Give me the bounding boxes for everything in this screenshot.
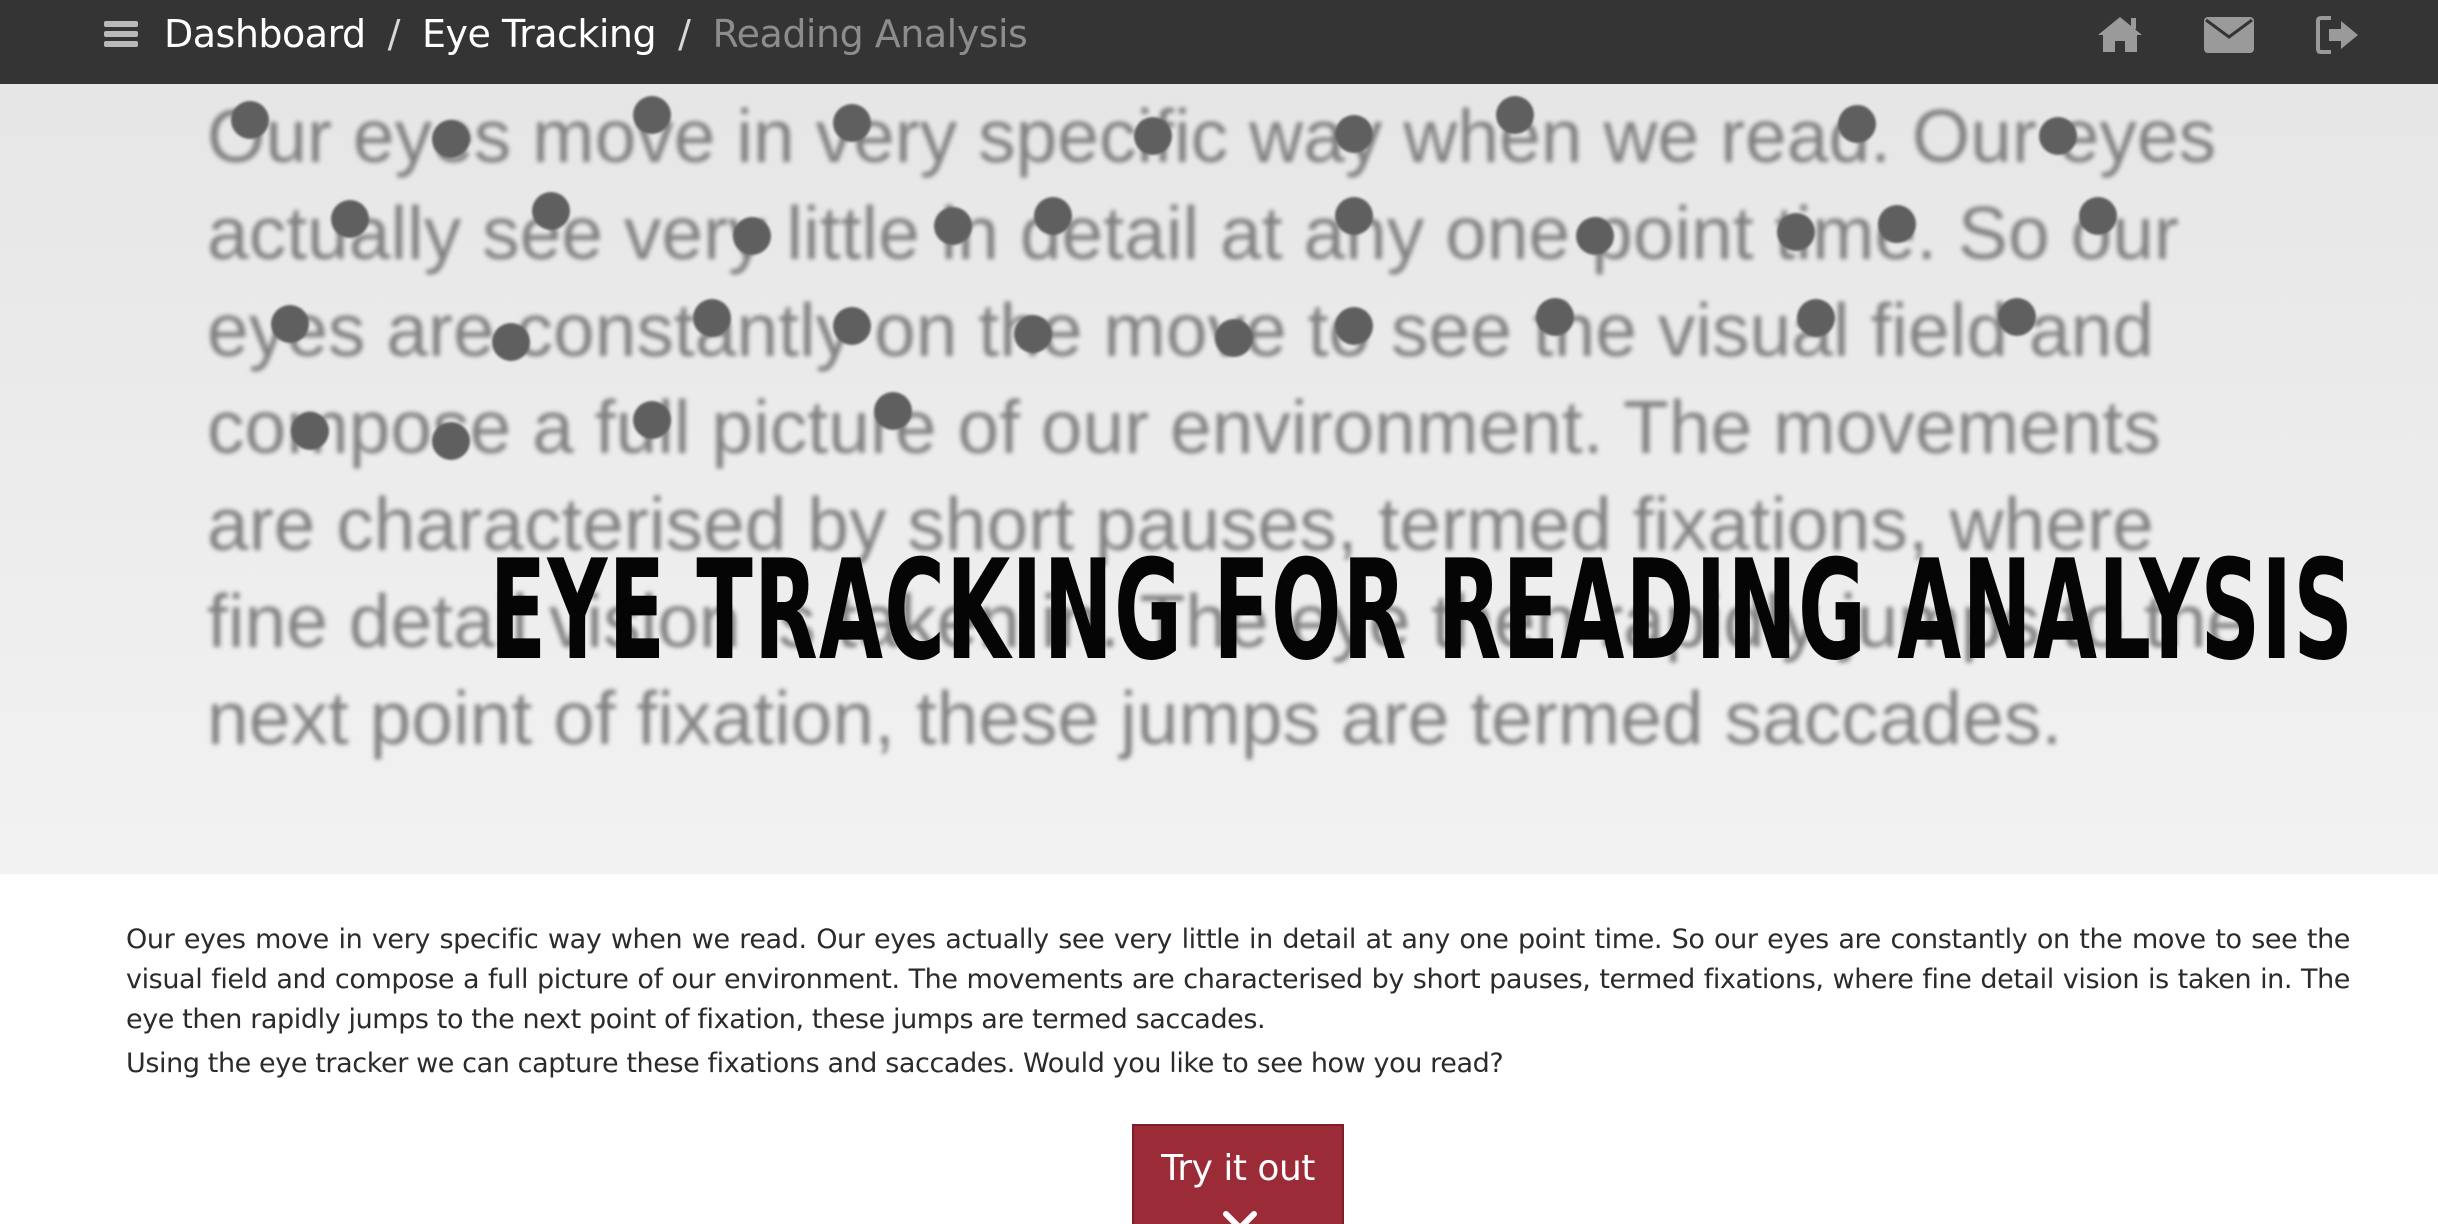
gaze-fixation-dot <box>532 192 570 230</box>
gaze-fixation-dot <box>1215 319 1253 357</box>
gaze-fixation-dot <box>1998 298 2036 336</box>
gaze-fixation-dot <box>693 299 731 337</box>
hero-banner: Our eyes move in very specific way when … <box>0 84 2438 874</box>
gaze-fixation-dot <box>1838 105 1876 143</box>
gaze-fixation-dot <box>231 101 269 139</box>
gaze-fixation-dot <box>1134 117 1172 155</box>
home-icon[interactable] <box>2096 14 2144 54</box>
gaze-fixation-dot <box>733 217 771 255</box>
gaze-fixation-dot <box>934 207 972 245</box>
gaze-fixation-dot <box>1335 307 1373 345</box>
gaze-fixation-dot <box>1797 299 1835 337</box>
try-it-out-label: Try it out <box>1161 1148 1315 1189</box>
hero-title: EYE TRACKING FOR READING ANALYSIS <box>489 530 2355 691</box>
breadcrumb: Dashboard / Eye Tracking / Reading Analy… <box>164 6 1028 62</box>
try-it-out-button[interactable]: Try it out <box>1132 1124 1344 1224</box>
gaze-fixation-dot <box>1777 213 1815 251</box>
logout-icon[interactable] <box>2316 15 2360 55</box>
gaze-fixation-dot <box>833 307 871 345</box>
mail-icon[interactable] <box>2204 17 2254 53</box>
breadcrumb-dashboard[interactable]: Dashboard <box>164 12 366 56</box>
gaze-fixation-dot <box>833 104 871 142</box>
gaze-fixation-dot <box>1496 96 1534 134</box>
gaze-fixation-dot <box>633 96 671 134</box>
breadcrumb-separator: / <box>387 12 401 56</box>
hamburger-menu-icon[interactable] <box>104 19 138 49</box>
gaze-fixation-dot <box>633 401 671 439</box>
gaze-fixation-dot <box>2039 117 2077 155</box>
gaze-fixation-dot <box>1576 217 1614 255</box>
breadcrumb-separator: / <box>678 12 691 56</box>
close-icon <box>1220 1208 1260 1224</box>
description-section: Our eyes move in very specific way when … <box>126 920 2350 1084</box>
call-to-action-text: Using the eye tracker we can capture the… <box>126 1048 1504 1079</box>
gaze-fixation-dot <box>874 392 912 430</box>
breadcrumb-current-page: Reading Analysis <box>712 12 1028 56</box>
gaze-fixation-dot <box>291 412 329 450</box>
gaze-fixation-dot <box>331 200 369 238</box>
breadcrumb-eye-tracking[interactable]: Eye Tracking <box>422 12 657 56</box>
gaze-fixation-dot <box>432 120 470 158</box>
description-paragraph: Our eyes move in very specific way when … <box>126 924 2350 1035</box>
gaze-fixation-overlay <box>0 84 2438 874</box>
gaze-fixation-dot <box>1014 315 1052 353</box>
gaze-fixation-dot <box>1536 298 1574 336</box>
gaze-fixation-dot <box>2079 197 2117 235</box>
gaze-fixation-dot <box>432 422 470 460</box>
gaze-fixation-dot <box>492 323 530 361</box>
top-navigation-bar: Dashboard / Eye Tracking / Reading Analy… <box>0 0 2438 84</box>
gaze-fixation-dot <box>271 305 309 343</box>
gaze-fixation-dot <box>1335 115 1373 153</box>
gaze-fixation-dot <box>1335 197 1373 235</box>
gaze-fixation-dot <box>1034 197 1072 235</box>
gaze-fixation-dot <box>1878 205 1916 243</box>
